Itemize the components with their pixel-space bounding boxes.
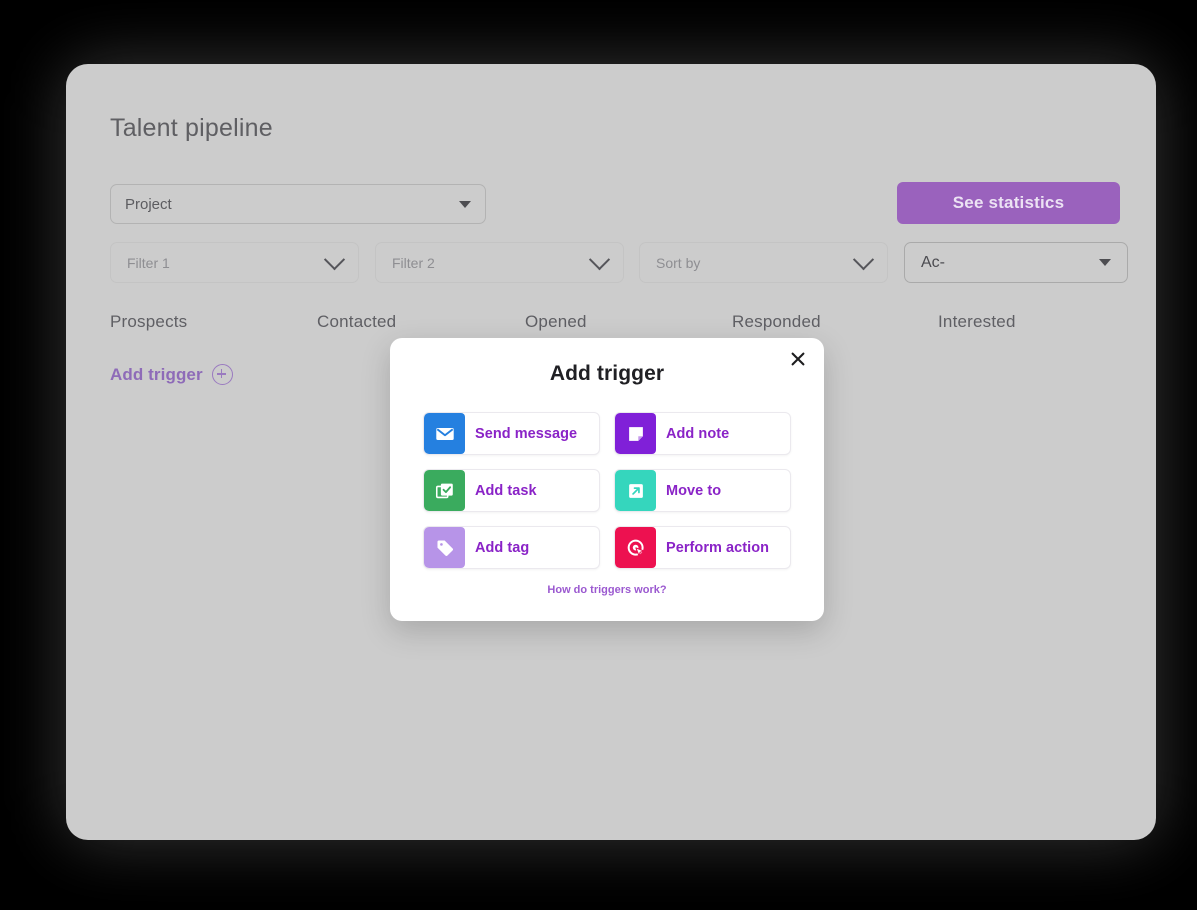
project-select[interactable]: Project [110, 184, 486, 224]
task-check-icon [424, 470, 465, 511]
action-select[interactable]: Ac- [904, 242, 1128, 283]
add-trigger-link[interactable]: Add trigger [110, 364, 233, 385]
trigger-option-add-tag[interactable]: Add tag [423, 526, 600, 569]
filter-2-select[interactable]: Filter 2 [375, 242, 624, 283]
trigger-option-add-note[interactable]: Add note [614, 412, 791, 455]
column-header-interested: Interested [938, 312, 1016, 331]
action-select-value: Ac- [921, 253, 945, 271]
tag-icon [424, 527, 465, 568]
trigger-label: Add tag [475, 539, 530, 556]
trigger-option-perform-action[interactable]: Perform action [614, 526, 791, 569]
caret-down-icon [1099, 259, 1111, 266]
sort-by-placeholder: Sort by [656, 254, 701, 271]
project-select-value: Project [125, 195, 172, 213]
filter-2-placeholder: Filter 2 [392, 254, 435, 271]
column-header-responded: Responded [732, 312, 821, 331]
sort-by-select[interactable]: Sort by [639, 242, 888, 283]
column-header-prospects: Prospects [110, 312, 188, 331]
trigger-option-send-message[interactable]: Send message [423, 412, 600, 455]
filter-1-placeholder: Filter 1 [127, 254, 170, 271]
envelope-icon [424, 413, 465, 454]
add-trigger-modal: Add trigger Send message Add note Add ta… [390, 338, 824, 621]
screenshot-stage: Talent pipeline Project See statistics F… [0, 0, 1197, 910]
trigger-label: Add note [666, 425, 730, 442]
how-do-triggers-work-link[interactable]: How do triggers work? [390, 584, 824, 596]
caret-down-icon [459, 200, 471, 208]
plus-circle-icon [211, 364, 233, 385]
column-header-contacted: Contacted [317, 312, 397, 331]
chevron-down-icon [852, 249, 875, 271]
see-statistics-button[interactable]: See statistics [897, 182, 1120, 224]
trigger-option-move-to[interactable]: Move to [614, 469, 791, 512]
filter-1-select[interactable]: Filter 1 [110, 242, 359, 283]
trigger-options-grid: Send message Add note Add task Move to A… [423, 412, 791, 569]
chevron-down-icon [323, 249, 346, 271]
column-header-opened: Opened [525, 312, 587, 331]
add-trigger-label: Add trigger [110, 364, 203, 384]
target-cursor-icon [615, 527, 656, 568]
trigger-option-add-task[interactable]: Add task [423, 469, 600, 512]
trigger-label: Move to [666, 482, 722, 499]
trigger-label: Add task [475, 482, 537, 499]
filter-row: Filter 1 Filter 2 Sort by Ac- [110, 242, 1128, 283]
arrow-out-box-icon [615, 470, 656, 511]
trigger-label: Perform action [666, 539, 770, 556]
modal-title: Add trigger [549, 362, 665, 385]
trigger-label: Send message [475, 425, 578, 442]
pipeline-column-headers: Prospects Contacted Opened Responded Int… [110, 312, 1120, 338]
note-icon [615, 413, 656, 454]
chevron-down-icon [588, 249, 611, 271]
page-title: Talent pipeline [110, 114, 273, 142]
